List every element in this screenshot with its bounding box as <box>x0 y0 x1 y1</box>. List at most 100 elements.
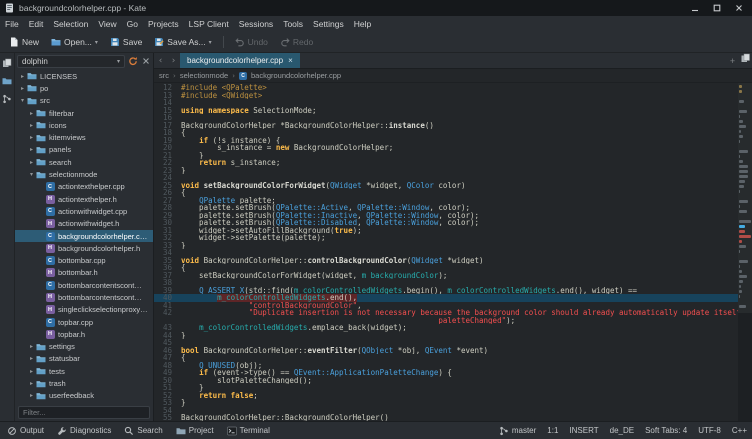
tree-item-licenses[interactable]: ▸LICENSES <box>15 70 153 82</box>
tree-item-label: trash <box>49 379 66 388</box>
documents-list-icon[interactable] <box>739 53 752 63</box>
close-window-icon[interactable] <box>734 3 744 13</box>
breadcrumb-item-src[interactable]: src <box>159 71 169 80</box>
tree-item-backgroundcolorhelper-h[interactable]: Hbackgroundcolorhelper.h <box>15 242 153 254</box>
expander-icon[interactable]: ▸ <box>27 343 36 350</box>
expander-icon[interactable]: ▸ <box>27 380 36 387</box>
undo-button[interactable]: Undo <box>230 35 273 49</box>
tree-item-src[interactable]: ▾src <box>15 95 153 107</box>
menu-view[interactable]: View <box>93 17 121 31</box>
title-bar[interactable]: backgroundcolorhelper.cpp - Kate <box>0 0 752 16</box>
expander-icon[interactable]: ▸ <box>27 134 36 141</box>
code-line-48: 48 Q_UNUSED(obj); <box>154 362 738 370</box>
expander-icon[interactable]: ▸ <box>27 355 36 362</box>
tab-next-icon[interactable]: › <box>167 53 180 68</box>
tree-item-search[interactable]: ▸search <box>15 156 153 168</box>
menu-file[interactable]: File <box>0 17 24 31</box>
tree-item-userfeedback[interactable]: ▸userfeedback <box>15 390 153 402</box>
menu-go[interactable]: Go <box>122 17 143 31</box>
tree-item-label: panels <box>49 145 71 154</box>
tree-item-actiontexthelper-h[interactable]: Hactiontexthelper.h <box>15 193 153 205</box>
tree-item-bottombarcontentscont[interactable]: Hbottombarcontentscont… <box>15 291 153 303</box>
tree-item-label: singleclickselectionproxy… <box>58 305 148 314</box>
expander-icon[interactable]: ▸ <box>27 122 36 129</box>
status-1-1[interactable]: 1:1 <box>547 426 558 435</box>
open-button[interactable]: Open...▾ <box>46 35 103 49</box>
tree-item-po[interactable]: ▸po <box>15 82 153 94</box>
status-insert[interactable]: INSERT <box>569 426 598 435</box>
filter-input[interactable] <box>18 406 150 419</box>
reload-project-icon[interactable] <box>128 56 138 66</box>
minimap-scrollbar[interactable] <box>738 83 752 421</box>
menu-edit[interactable]: Edit <box>24 17 49 31</box>
project-selector[interactable]: dolphin ▾ <box>17 55 125 68</box>
status-de-de[interactable]: de_DE <box>610 426 634 435</box>
tab-active[interactable]: backgroundcolorhelper.cpp × <box>180 53 300 68</box>
tree-item-filterbar[interactable]: ▸filterbar <box>15 107 153 119</box>
status-master[interactable]: master <box>499 426 536 436</box>
status-c++[interactable]: C++ <box>732 426 747 435</box>
minimap-viewport[interactable] <box>738 83 752 313</box>
expander-icon[interactable]: ▸ <box>27 159 36 166</box>
breadcrumb-item-backgroundcolorhelper-cpp[interactable]: backgroundcolorhelper.cpp <box>251 71 341 80</box>
redo-button[interactable]: Redo <box>275 35 318 49</box>
tab-close-icon[interactable]: × <box>288 56 293 65</box>
tree-item-panels[interactable]: ▸ panels <box>15 144 153 156</box>
tree-item-kitemviews[interactable]: ▸kitemviews <box>15 131 153 143</box>
code-line-31: 31 widget->setAutoFillBackground(true); <box>154 227 738 235</box>
tree-item-actionwithwidget-h[interactable]: Hactionwithwidget.h <box>15 218 153 230</box>
expander-icon[interactable]: ▾ <box>27 171 36 178</box>
documents-icon[interactable] <box>2 58 12 68</box>
menu-selection[interactable]: Selection <box>48 17 93 31</box>
menu-sessions[interactable]: Sessions <box>234 17 279 31</box>
menu-projects[interactable]: Projects <box>143 17 184 31</box>
status-utf-8[interactable]: UTF-8 <box>698 426 721 435</box>
new-button[interactable]: New <box>4 35 44 49</box>
save-as-button[interactable]: Save As...▾ <box>149 35 216 49</box>
tree-item-backgroundcolorhelper-c[interactable]: Cbackgroundcolorhelper.c… <box>15 230 153 242</box>
tree-item-actionwithwidget-cpp[interactable]: Cactionwithwidget.cpp <box>15 205 153 217</box>
tree-item-selectionmode[interactable]: ▾selectionmode <box>15 168 153 180</box>
tree-item-tests[interactable]: ▸tests <box>15 365 153 377</box>
toolview-toggle-terminal[interactable]: Terminal <box>225 426 272 436</box>
expander-icon[interactable]: ▸ <box>27 392 36 399</box>
tree-item-topbar-h[interactable]: Htopbar.h <box>15 328 153 340</box>
close-panel-icon[interactable] <box>141 56 151 66</box>
tree-item-bottombar-cpp[interactable]: Cbottombar.cpp <box>15 254 153 266</box>
expander-icon[interactable]: ▸ <box>27 146 36 153</box>
tree-item-bottombar-h[interactable]: Hbottombar.h <box>15 267 153 279</box>
maximize-icon[interactable] <box>712 3 722 13</box>
menu-lsp-client[interactable]: LSP Client <box>184 17 234 31</box>
tree-item-bottombarcontentscont[interactable]: Cbottombarcontentscont… <box>15 279 153 291</box>
toggle-label: Project <box>189 426 214 435</box>
toolview-toggle-diagnostics[interactable]: Diagnostics <box>55 426 113 436</box>
toolview-toggle-project[interactable]: Project <box>174 426 216 436</box>
status-soft-tabs-4[interactable]: Soft Tabs: 4 <box>645 426 687 435</box>
expander-icon[interactable]: ▸ <box>27 368 36 375</box>
button-label: Redo <box>293 37 313 47</box>
tree-item-topbar-cpp[interactable]: Ctopbar.cpp <box>15 316 153 328</box>
toolview-toggle-search[interactable]: Search <box>122 426 164 436</box>
expander-icon[interactable]: ▾ <box>18 97 27 104</box>
filesystem-icon[interactable] <box>2 76 12 86</box>
expander-icon[interactable]: ▸ <box>27 110 36 117</box>
code-area[interactable]: 12#include <QPalette>13#include <QWidget… <box>154 83 738 421</box>
projects-icon[interactable] <box>2 94 12 104</box>
menu-help[interactable]: Help <box>349 17 376 31</box>
new-tab-icon[interactable]: + <box>726 53 739 68</box>
minimize-icon[interactable] <box>690 3 700 13</box>
toolview-toggle-output[interactable]: Output <box>5 426 46 436</box>
tree-item-settings[interactable]: ▸settings <box>15 341 153 353</box>
tab-prev-icon[interactable]: ‹ <box>154 53 167 68</box>
expander-icon[interactable]: ▸ <box>18 73 27 80</box>
tree-item-statusbar[interactable]: ▸statusbar <box>15 353 153 365</box>
tree-item-singleclickselectionproxy[interactable]: Hsingleclickselectionproxy… <box>15 304 153 316</box>
expander-icon[interactable]: ▸ <box>18 85 27 92</box>
tree-item-icons[interactable]: ▸icons <box>15 119 153 131</box>
menu-settings[interactable]: Settings <box>308 17 349 31</box>
save-button[interactable]: Save <box>105 35 147 49</box>
menu-tools[interactable]: Tools <box>278 17 308 31</box>
breadcrumb-item-selectionmode[interactable]: selectionmode <box>180 71 228 80</box>
tree-item-actiontexthelper-cpp[interactable]: Cactiontexthelper.cpp <box>15 181 153 193</box>
tree-item-trash[interactable]: ▸ trash <box>15 377 153 389</box>
